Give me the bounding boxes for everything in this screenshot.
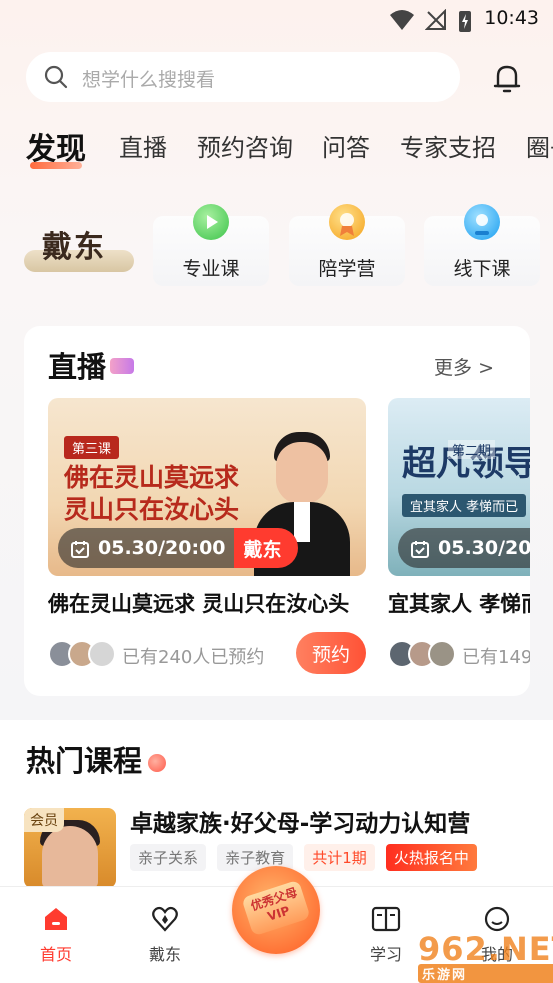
webcam-icon	[464, 204, 500, 240]
section-title: 热门课程	[26, 744, 143, 778]
live-camera-icon	[110, 358, 134, 374]
live-host: 戴东	[233, 528, 298, 568]
battery-charging-icon	[459, 11, 471, 32]
wifi-icon	[390, 10, 414, 30]
banner-line: 灵山只在汝心头	[64, 495, 240, 524]
live-banner: 超凡领导 第二期 宜其家人 孝悌而已 05.30/20:00	[388, 398, 530, 576]
feature-label: 陪学营	[318, 258, 376, 280]
status-bar: 10:43	[0, 0, 553, 38]
smile-face-icon	[484, 906, 510, 932]
feature-label: 线下课	[453, 258, 511, 280]
enrollment-status: 火热报名中	[385, 844, 477, 871]
watermark: 962.NET 乐游网	[418, 930, 553, 983]
feature-study-camp[interactable]: 陪学营	[289, 204, 405, 286]
live-card[interactable]: 超凡领导 第二期 宜其家人 孝悌而已 05.30/20:00 宜其家人 孝悌而已…	[388, 398, 530, 676]
banner-tagline: 宜其家人 孝悌而已	[402, 494, 527, 517]
banner-lesson-tag: 第三课	[64, 436, 120, 459]
tab-appointment[interactable]: 预约咨询	[197, 128, 293, 163]
play-icon	[193, 204, 229, 240]
tab-experts[interactable]: 专家支招	[400, 128, 496, 163]
watermark-main: 962.NET	[418, 930, 553, 968]
banner-line: 第二期	[448, 440, 496, 459]
live-title: 宜其家人 孝悌而已	[388, 592, 530, 616]
subscriber-count: 已有240人已预约	[122, 647, 265, 668]
more-link[interactable]: 更多 >	[434, 353, 494, 380]
clock: 10:43	[484, 7, 539, 29]
book-icon	[371, 906, 401, 932]
nav-study[interactable]: 学习	[346, 905, 426, 965]
live-time-badge: 05.30/20:00 戴东	[58, 528, 298, 568]
search-placeholder: 想学什么搜搜看	[82, 69, 216, 91]
course-period: 共计1期	[304, 844, 375, 871]
brand-logo[interactable]: 戴东	[20, 214, 138, 284]
reserve-button[interactable]: 预约	[296, 632, 366, 674]
nav-daidong[interactable]: 戴东	[125, 905, 205, 965]
subscriber-count: 已有149	[462, 647, 530, 668]
feature-label: 专业课	[182, 258, 240, 280]
tab-live[interactable]: 直播	[119, 128, 167, 163]
no-signal-icon	[425, 9, 446, 30]
nav-home[interactable]: 首页	[16, 905, 96, 965]
live-time-badge: 05.30/20:00	[398, 528, 530, 568]
calendar-icon	[71, 541, 89, 558]
nav-label: 戴东	[148, 945, 181, 964]
course-title: 卓越家族·好父母-学习动力认知营	[130, 811, 471, 837]
avatar	[428, 640, 456, 668]
calendar-icon	[411, 541, 429, 558]
nav-label: 首页	[39, 945, 72, 964]
avatar	[88, 640, 116, 668]
heart-icon	[152, 906, 178, 932]
vip-center-button[interactable]: 优秀父母VIP	[232, 866, 320, 954]
peach-icon	[148, 754, 166, 772]
member-badge: 会员	[24, 808, 64, 832]
live-time: 05.30/20:00	[98, 537, 226, 559]
course-thumbnail: 会员	[24, 808, 116, 888]
tab-circle[interactable]: 圈子	[526, 128, 553, 163]
bell-icon[interactable]	[492, 62, 522, 94]
nav-label: 学习	[369, 945, 402, 964]
home-icon	[45, 908, 67, 930]
category-tabs: 发现 直播 预约咨询 问答 专家支招 圈子	[0, 120, 553, 172]
tab-qa[interactable]: 问答	[322, 128, 370, 163]
section-title: 直播	[48, 350, 107, 384]
course-tags: 亲子关系 亲子教育 共计1期 火热报名中	[130, 844, 483, 871]
banner-line: 佛在灵山莫远求	[64, 463, 240, 492]
feature-professional-course[interactable]: 专业课	[153, 204, 269, 286]
feature-offline-course[interactable]: 线下课	[424, 204, 540, 286]
medal-icon	[329, 204, 365, 240]
active-tab-indicator	[30, 162, 82, 169]
search-input[interactable]: 想学什么搜搜看	[26, 52, 460, 102]
live-card[interactable]: 第三课 佛在灵山莫远求 灵山只在汝心头 05.30/20:00 戴东 佛在灵山莫…	[48, 398, 366, 676]
live-title: 佛在灵山莫远求 灵山只在汝心头	[48, 592, 350, 616]
live-section: 直播 更多 > 第三课 佛在灵山莫远求 灵山只在汝心头 05.30/20:00 …	[24, 326, 530, 696]
live-banner: 第三课 佛在灵山莫远求 灵山只在汝心头 05.30/20:00 戴东	[48, 398, 366, 576]
brand-logo-text: 戴东	[42, 230, 106, 265]
search-icon	[44, 65, 68, 89]
live-time: 05.30/20:00	[438, 537, 530, 559]
course-tag: 亲子关系	[130, 844, 207, 871]
